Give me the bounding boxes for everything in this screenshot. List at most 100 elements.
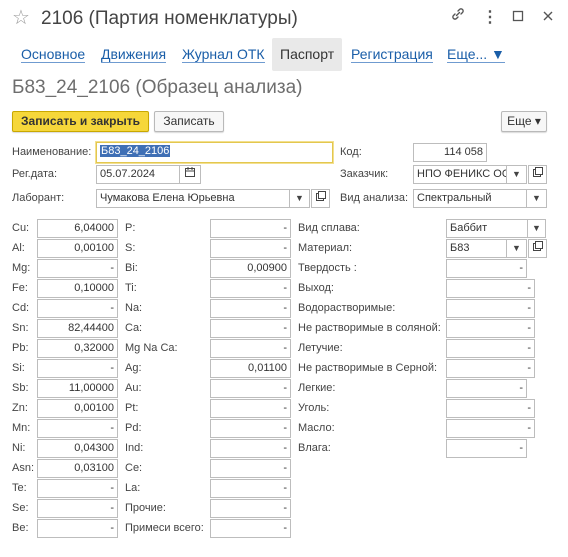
element-content-field[interactable]: - <box>37 519 118 538</box>
element-content-field[interactable]: 0,32000 <box>37 339 118 358</box>
impurity-content-label: Прочие: <box>125 502 166 514</box>
element-content-label: Cu: <box>12 222 30 234</box>
impurity-content-field[interactable]: - <box>210 439 291 458</box>
more-button[interactable]: Еще ▾ <box>501 111 547 132</box>
save-button[interactable]: Записать <box>154 111 224 132</box>
impurity-content-field[interactable]: 0,00900 <box>210 259 291 278</box>
favorite-star-icon[interactable]: ☆ <box>12 6 30 30</box>
link-icon[interactable] <box>446 6 470 30</box>
property-value-field[interactable]: - <box>446 259 527 278</box>
element-content-field[interactable]: 0,03100 <box>37 459 118 478</box>
element-content-label: Ni: <box>12 442 26 454</box>
impurity-content-field[interactable]: - <box>210 219 291 238</box>
material-open-icon[interactable] <box>528 239 547 258</box>
lab-assistant-dropdown-icon[interactable]: ▼ <box>290 189 310 208</box>
property-value-field[interactable]: - <box>446 279 535 298</box>
property-value-field[interactable]: - <box>446 379 527 398</box>
impurity-content-label: Bi: <box>125 262 138 274</box>
impurity-content-field[interactable]: - <box>210 459 291 478</box>
element-content-field[interactable]: - <box>37 259 118 278</box>
reg-date-field[interactable]: 05.07.2024 <box>96 165 180 184</box>
element-content-field[interactable]: - <box>37 359 118 378</box>
calendar-icon[interactable] <box>180 165 201 184</box>
property-value-label: Твердость : <box>298 262 357 274</box>
element-content-label: Si: <box>12 362 25 374</box>
customer-open-icon[interactable] <box>528 165 547 184</box>
code-field[interactable]: 114 058 <box>413 143 487 162</box>
lab-assistant-open-icon[interactable] <box>311 189 330 208</box>
element-content-field[interactable]: 0,04300 <box>37 439 118 458</box>
tab-movements[interactable]: Движения <box>101 38 167 71</box>
element-content-label: Cd: <box>12 302 30 314</box>
name-field[interactable]: Б83_24_2106 <box>96 142 333 163</box>
impurity-content-field[interactable]: - <box>210 519 291 538</box>
impurity-content-field[interactable]: - <box>210 239 291 258</box>
save-and-close-button[interactable]: Записать и закрыть <box>12 111 149 132</box>
property-value-field[interactable]: - <box>446 319 535 338</box>
impurity-content-field[interactable]: - <box>210 279 291 298</box>
material-field[interactable]: Б83 <box>446 239 507 258</box>
element-content-label: Be: <box>12 522 29 534</box>
tab-passport[interactable]: Паспорт <box>272 38 343 71</box>
property-value-field[interactable]: - <box>446 339 535 358</box>
property-value-label: Выход: <box>298 282 334 294</box>
impurity-content-field[interactable]: - <box>210 319 291 338</box>
impurity-content-field[interactable]: - <box>210 299 291 318</box>
alloy-type-field[interactable]: Баббит <box>446 219 528 238</box>
element-content-field[interactable]: - <box>37 419 118 438</box>
impurity-content-label: Pd: <box>125 422 142 434</box>
element-content-field[interactable]: 0,10000 <box>37 279 118 298</box>
lab-assistant-field[interactable]: Чумакова Елена Юрьевна <box>96 189 290 208</box>
analysis-type-field[interactable]: Спектральный <box>413 189 527 208</box>
property-value-label: Уголь: <box>298 402 330 414</box>
impurity-content-label: Au: <box>125 382 142 394</box>
element-content-field[interactable]: - <box>37 299 118 318</box>
property-value-label: Летучие: <box>298 342 343 354</box>
impurity-content-field[interactable]: - <box>210 399 291 418</box>
property-value-label: Не растворимые в соляной: <box>298 322 441 334</box>
property-value-field[interactable]: - <box>446 299 535 318</box>
more-actions-icon[interactable]: ⋮ <box>478 6 502 30</box>
customer-field[interactable]: НПО ФЕНИКС ОО <box>413 165 507 184</box>
tab-registration[interactable]: Регистрация <box>351 38 433 71</box>
property-value-label: Водорастворимые: <box>298 302 396 314</box>
impurity-content-field[interactable]: - <box>210 479 291 498</box>
customer-label: Заказчик: <box>340 168 389 180</box>
element-content-label: Se: <box>12 502 29 514</box>
element-content-field[interactable]: 11,00000 <box>37 379 118 398</box>
property-value-field[interactable]: - <box>446 439 527 458</box>
element-content-field[interactable]: 6,04000 <box>37 219 118 238</box>
element-content-label: Asn: <box>12 462 35 474</box>
impurity-content-field[interactable]: - <box>210 379 291 398</box>
property-value-label: Легкие: <box>298 382 336 394</box>
element-content-label: Sn: <box>12 322 29 334</box>
tab-otk-journal[interactable]: Журнал ОТК <box>182 38 265 71</box>
window-title: 2106 (Партия номенклатуры) <box>41 8 298 29</box>
tab-main[interactable]: Основное <box>21 38 86 71</box>
property-value-field[interactable]: - <box>446 399 535 418</box>
alloy-type-label: Вид сплава: <box>298 222 360 234</box>
impurity-content-label: Pt: <box>125 402 139 414</box>
element-content-field[interactable]: - <box>37 499 118 518</box>
tab-more[interactable]: Еще... ▼ <box>447 38 505 71</box>
element-content-field[interactable]: 0,00100 <box>37 239 118 258</box>
impurity-content-field[interactable]: - <box>210 499 291 518</box>
analysis-type-dropdown-icon[interactable]: ▼ <box>527 189 547 208</box>
element-content-field[interactable]: 0,00100 <box>37 399 118 418</box>
impurity-content-label: Ca: <box>125 322 143 334</box>
impurity-content-field[interactable]: - <box>210 419 291 438</box>
impurity-content-field[interactable]: - <box>210 339 291 358</box>
material-dropdown-icon[interactable]: ▼ <box>507 239 527 258</box>
maximize-icon[interactable] <box>506 6 530 30</box>
impurity-content-label: Ag: <box>125 362 142 374</box>
property-value-field[interactable]: - <box>446 419 535 438</box>
close-icon[interactable] <box>536 6 560 30</box>
alloy-type-dropdown-icon[interactable]: ▼ <box>528 219 546 238</box>
lab-assistant-label: Лаборант: <box>12 192 65 204</box>
element-content-field[interactable]: - <box>37 479 118 498</box>
property-value-label: Влага: <box>298 442 331 454</box>
element-content-field[interactable]: 82,44400 <box>37 319 118 338</box>
customer-dropdown-icon[interactable]: ▼ <box>507 165 527 184</box>
property-value-field[interactable]: - <box>446 359 535 378</box>
impurity-content-field[interactable]: 0,01100 <box>210 359 291 378</box>
